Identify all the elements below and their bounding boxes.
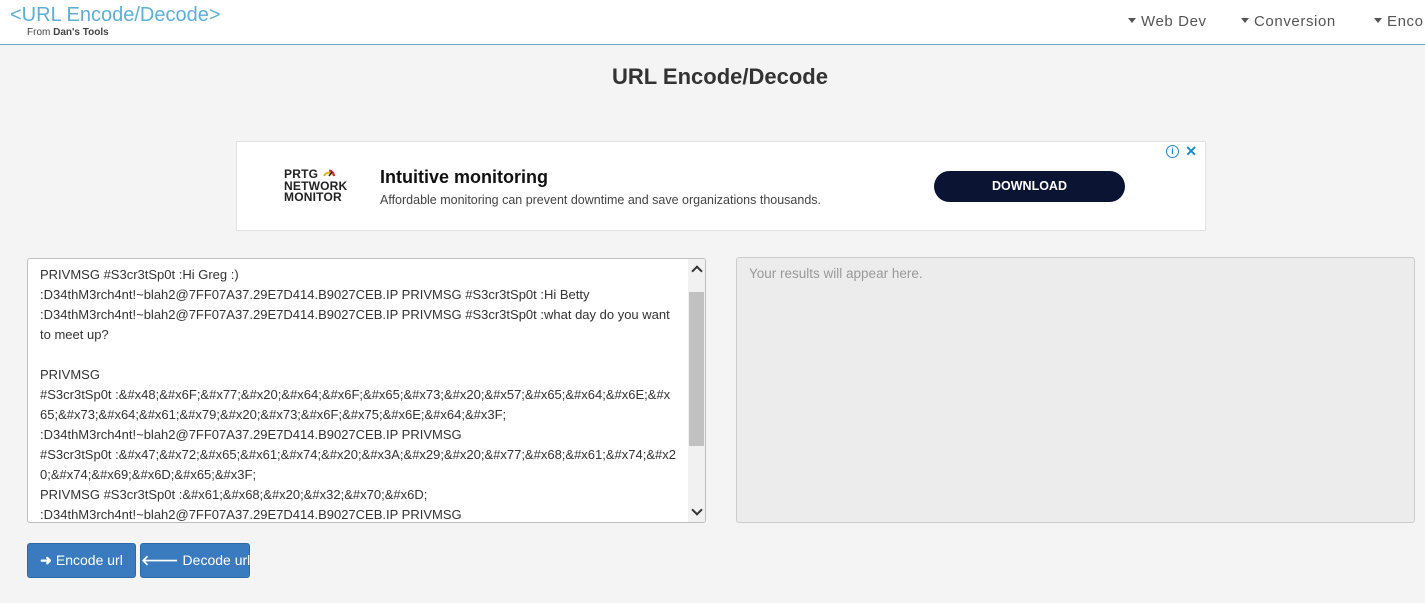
logo-title: <URL Encode/Decode> [10, 4, 221, 26]
arrow-left-icon: 🡐 [141, 552, 179, 568]
output-placeholder: Your results will appear here. [749, 266, 923, 281]
ad-download-button[interactable]: DOWNLOAD [934, 171, 1125, 202]
gauge-icon [323, 169, 336, 177]
scroll-down-icon[interactable] [688, 503, 705, 520]
ad-body: Affordable monitoring can prevent downti… [380, 193, 822, 207]
scroll-thumb[interactable] [689, 292, 704, 446]
ad-headline: Intuitive monitoring [380, 167, 548, 187]
encode-label: Encode url [55, 552, 123, 568]
decode-label: Decode url [182, 552, 251, 568]
scrollbar[interactable] [688, 259, 705, 522]
input-textarea[interactable]: PRIVMSG #S3cr3tSp0t :Hi Greg :) :D34thM3… [27, 258, 706, 523]
nav-label-conversion: Conversion [1254, 13, 1336, 30]
output-textarea[interactable]: Your results will appear here. [736, 257, 1415, 523]
caret-down-icon [1128, 17, 1136, 23]
nav-item-conversion[interactable]: Conversion [1241, 13, 1336, 30]
ad-logo: PRTG NETWORK MONITOR [284, 168, 347, 204]
nav-label-encoding: Enco [1387, 13, 1424, 30]
encode-url-button[interactable]: ➜ Encode url [27, 543, 136, 578]
logo-subtitle: From Dan's Tools [27, 26, 221, 40]
input-text: PRIVMSG #S3cr3tSp0t :Hi Greg :) :D34thM3… [40, 267, 676, 522]
caret-down-icon [1241, 17, 1249, 23]
site-logo[interactable]: <URL Encode/Decode> From Dan's Tools [10, 4, 221, 40]
ad-banner[interactable]: PRTG NETWORK MONITOR Intuitive monitorin… [236, 141, 1206, 231]
logo-brand: Dan's Tools [53, 27, 109, 38]
decode-url-button[interactable]: 🡐 Decode url [140, 543, 250, 578]
scroll-up-icon[interactable] [688, 261, 705, 278]
top-navbar: <URL Encode/Decode> From Dan's Tools Web… [0, 0, 1425, 45]
nav-label-web-dev: Web Dev [1141, 13, 1207, 30]
logo-from: From [27, 27, 51, 38]
nav-item-web-dev[interactable]: Web Dev [1128, 13, 1207, 30]
caret-down-icon [1374, 17, 1382, 23]
info-icon[interactable]: i [1166, 145, 1179, 158]
arrow-right-icon: ➜ [40, 552, 52, 568]
ad-logo-line: MONITOR [284, 190, 342, 204]
nav-item-encoding[interactable]: Enco [1374, 13, 1424, 30]
page-title: URL Encode/Decode [612, 64, 828, 89]
close-icon[interactable]: ✕ [1185, 143, 1197, 160]
